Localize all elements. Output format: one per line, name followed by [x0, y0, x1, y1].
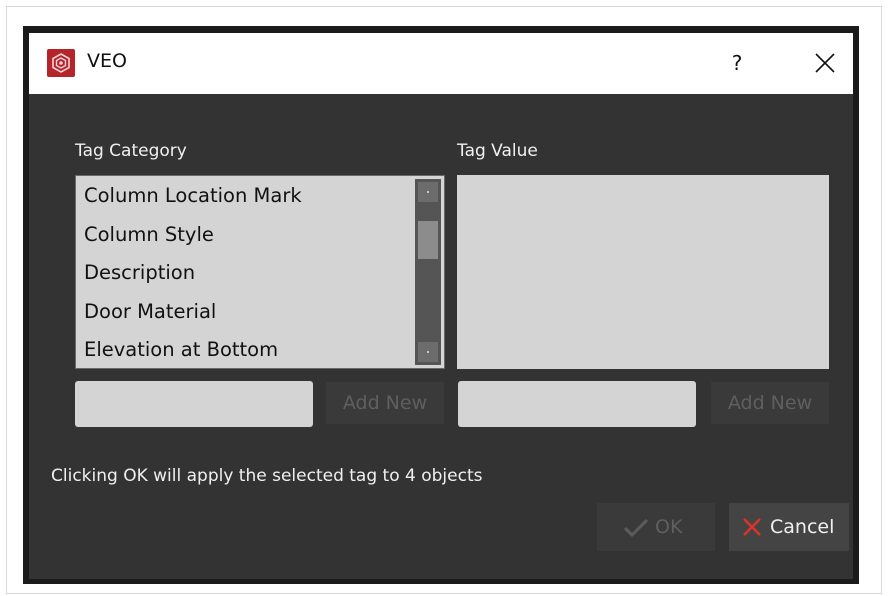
- info-message: Clicking OK will apply the selected tag …: [51, 466, 483, 486]
- tag-value-input[interactable]: [458, 381, 696, 427]
- scroll-down-arrow[interactable]: [418, 342, 438, 362]
- close-icon: [815, 53, 835, 73]
- check-icon: [623, 518, 649, 537]
- tag-category-label: Tag Category: [75, 141, 187, 161]
- list-item[interactable]: Door Material: [76, 293, 412, 332]
- cancel-button[interactable]: Cancel: [729, 503, 849, 551]
- cancel-label: Cancel: [770, 516, 835, 538]
- ok-label: OK: [655, 516, 683, 538]
- ok-button[interactable]: OK: [597, 503, 715, 551]
- list-item[interactable]: Description: [76, 254, 412, 293]
- add-category-button[interactable]: Add New: [326, 382, 444, 424]
- tag-value-list[interactable]: [457, 175, 829, 369]
- window-title: VEO: [87, 50, 127, 72]
- tag-value-label: Tag Value: [457, 141, 538, 161]
- dialog-content: Tag Category Tag Value Column Location M…: [29, 94, 853, 579]
- veo-logo-icon: [47, 49, 75, 77]
- scroll-up-arrow[interactable]: [418, 182, 438, 202]
- list-item[interactable]: Elevation at Bottom: [76, 331, 412, 368]
- add-value-button[interactable]: Add New: [711, 382, 829, 424]
- vertical-scrollbar[interactable]: [415, 179, 441, 365]
- close-button[interactable]: [805, 43, 845, 83]
- tag-category-input[interactable]: [75, 381, 313, 427]
- scroll-thumb[interactable]: [418, 221, 438, 259]
- x-icon: [743, 518, 761, 536]
- title-bar: VEO ?: [29, 33, 853, 94]
- tag-category-list[interactable]: Column Location Mark Column Style Descri…: [75, 175, 445, 369]
- list-item[interactable]: Column Style: [76, 216, 412, 255]
- help-button[interactable]: ?: [721, 43, 753, 83]
- list-item[interactable]: Column Location Mark: [76, 177, 412, 216]
